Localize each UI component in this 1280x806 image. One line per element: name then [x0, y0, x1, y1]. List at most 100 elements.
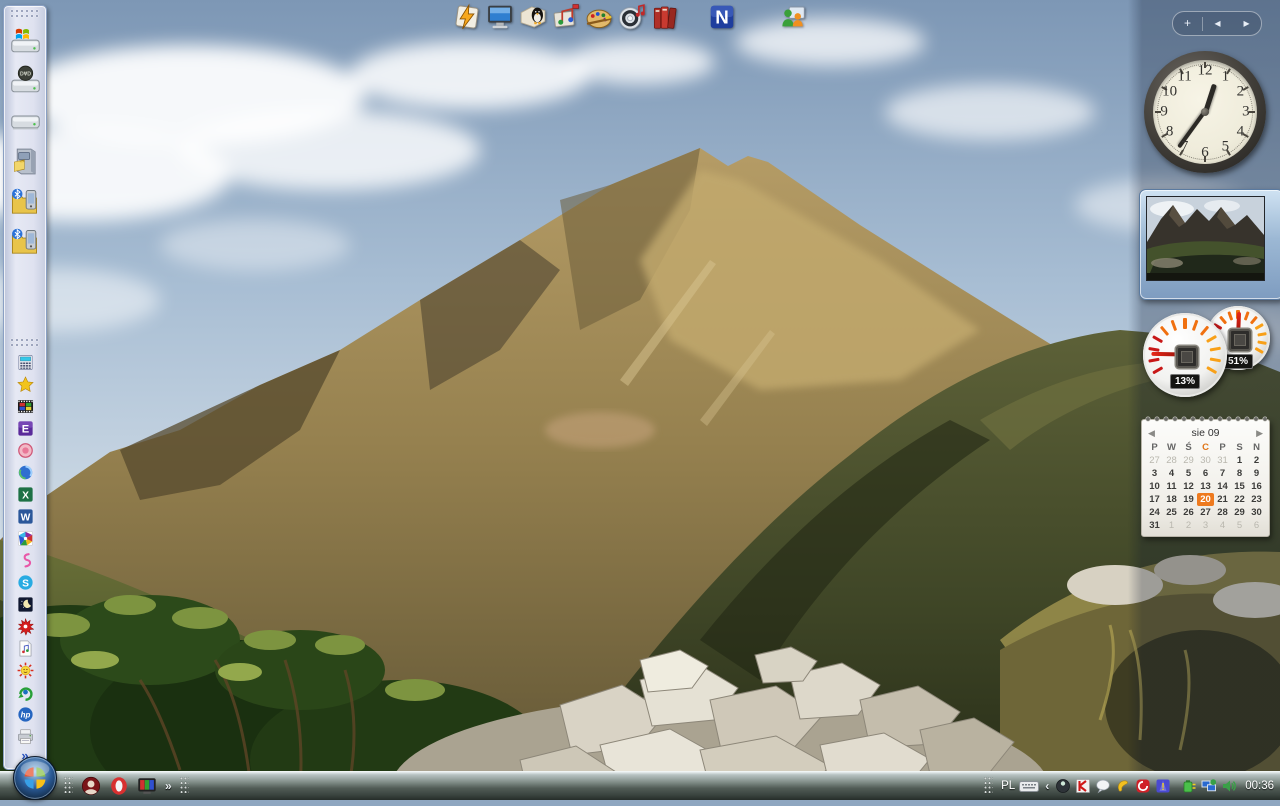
power-icon[interactable]: [1181, 778, 1197, 794]
winamp-icon[interactable]: [452, 2, 482, 32]
calendar-week-row: 24252627282930: [1142, 506, 1269, 519]
calendar-prev-button[interactable]: ◀: [1148, 428, 1155, 439]
hp-icon[interactable]: hp: [16, 705, 35, 724]
sidebar-gadget-control: + ◂ ▸: [1172, 11, 1262, 36]
filmstrip-icon[interactable]: [16, 397, 35, 416]
word-icon[interactable]: W: [16, 507, 35, 526]
picasa-icon[interactable]: [16, 529, 35, 548]
calendar-grid: 2728293031123456789101112131415161718192…: [1142, 454, 1269, 532]
calendar-day-header: Ś: [1180, 441, 1197, 454]
drag-grip[interactable]: [180, 777, 189, 795]
quick-launch-bar: [77, 775, 161, 797]
app-e-icon[interactable]: E: [16, 419, 35, 438]
gadget-prev-button[interactable]: ◂: [1203, 13, 1232, 34]
calculator-icon[interactable]: [16, 353, 35, 372]
tv-tuner-icon[interactable]: [136, 775, 158, 797]
drive-win-icon[interactable]: [9, 25, 42, 58]
calendar-day: 21: [1214, 493, 1231, 506]
svg-text:W: W: [20, 512, 30, 523]
gadget-next-button[interactable]: ▸: [1232, 13, 1261, 34]
bubble-icon[interactable]: [1095, 778, 1111, 794]
slideshow-gadget[interactable]: [1139, 189, 1280, 300]
drag-grip[interactable]: [10, 9, 40, 18]
calendar-day: 30: [1248, 506, 1265, 519]
chip-icon: [1176, 346, 1198, 368]
music-doc-icon[interactable]: [16, 639, 35, 658]
printer-icon[interactable]: [16, 727, 35, 746]
language-indicator[interactable]: PL: [1001, 780, 1015, 792]
volume-icon[interactable]: [1221, 778, 1237, 794]
calendar-gadget[interactable]: ◀ sie 09 ▶ PWŚCPSN 272829303112345678910…: [1141, 419, 1270, 537]
phone-folder-icon[interactable]: [9, 185, 42, 218]
tray-notification-icons: !: [1055, 778, 1171, 794]
drag-grip[interactable]: [10, 338, 40, 347]
clock-number: 2: [1237, 83, 1245, 100]
clock-number: 6: [1201, 144, 1209, 161]
green-swirl-icon[interactable]: [16, 683, 35, 702]
drag-grip[interactable]: [64, 777, 73, 795]
clock-gadget[interactable]: 123456789101112: [1144, 51, 1266, 173]
alert-icon[interactable]: !: [1155, 778, 1171, 794]
red-swirl-icon[interactable]: [1135, 778, 1151, 794]
svg-text:DVD: DVD: [19, 72, 30, 78]
drive-dvd-icon[interactable]: DVD: [9, 65, 42, 98]
night-icon[interactable]: [16, 595, 35, 614]
calendar-day: 7: [1214, 467, 1231, 480]
calendar-month-label: sie 09: [1155, 427, 1256, 439]
taskbar-clock[interactable]: 00:36: [1245, 780, 1274, 792]
status-sphere-icon[interactable]: [1055, 778, 1071, 794]
keyboard-layout-icon[interactable]: [1019, 780, 1039, 793]
squiggle-icon[interactable]: [16, 551, 35, 570]
cd-audio-icon[interactable]: [617, 2, 647, 32]
red-splat-icon[interactable]: [16, 617, 35, 636]
tray-collapse-chevron[interactable]: ‹: [1045, 779, 1049, 793]
blue-swirl-icon[interactable]: [16, 463, 35, 482]
calendar-day: 2: [1248, 454, 1265, 467]
calendar-day: 18: [1163, 493, 1180, 506]
messenger-icon[interactable]: [778, 2, 808, 32]
pink-ring-icon[interactable]: [16, 441, 35, 460]
books-icon[interactable]: [650, 2, 680, 32]
opera-icon[interactable]: [108, 775, 130, 797]
calendar-day: 3: [1146, 467, 1163, 480]
calendar-day: 26: [1180, 506, 1197, 519]
phone-call-icon[interactable]: [1115, 778, 1131, 794]
file-cabinet-icon[interactable]: [9, 145, 42, 178]
media-red-icon[interactable]: [80, 775, 102, 797]
calendar-day-header: W: [1163, 441, 1180, 454]
kaspersky-icon[interactable]: [1075, 778, 1091, 794]
start-button[interactable]: [12, 755, 58, 801]
palette-icon[interactable]: [584, 2, 614, 32]
display-icon[interactable]: [485, 2, 515, 32]
drag-grip[interactable]: [984, 777, 993, 795]
svg-text:X: X: [22, 490, 29, 501]
sun-icon[interactable]: [16, 661, 35, 680]
add-gadget-button[interactable]: +: [1173, 13, 1202, 34]
calendar-day: 14: [1214, 480, 1231, 493]
star-icon[interactable]: [16, 375, 35, 394]
excel-icon[interactable]: X: [16, 485, 35, 504]
slideshow-photo: [1146, 196, 1265, 281]
calendar-day: 3: [1197, 519, 1214, 532]
netscape-icon[interactable]: N: [707, 2, 737, 32]
network-icon[interactable]: [1201, 778, 1217, 794]
gauge-value-label: 13%: [1170, 374, 1200, 389]
calendar-day: 19: [1180, 493, 1197, 506]
clock-number: 5: [1222, 139, 1230, 156]
music-box-icon[interactable]: [551, 2, 581, 32]
calendar-next-button[interactable]: ▶: [1256, 428, 1263, 439]
skype-icon[interactable]: S: [16, 573, 35, 592]
quick-launch-expand-chevron[interactable]: »: [165, 779, 172, 793]
calendar-day-header: S: [1231, 441, 1248, 454]
clock-number: 12: [1198, 63, 1213, 80]
drive-plain-icon[interactable]: [9, 105, 42, 138]
cpu-gauge[interactable]: 13%: [1143, 313, 1227, 397]
svg-text:N: N: [715, 6, 729, 27]
tux-icon[interactable]: [518, 2, 548, 32]
calendar-day: 15: [1231, 480, 1248, 493]
top-icon-dock: N: [452, 2, 811, 32]
calendar-selected-day: 20: [1197, 493, 1214, 506]
phone-folder2-icon[interactable]: [9, 225, 42, 258]
calendar-day: 25: [1163, 506, 1180, 519]
svg-text:E: E: [21, 423, 28, 435]
